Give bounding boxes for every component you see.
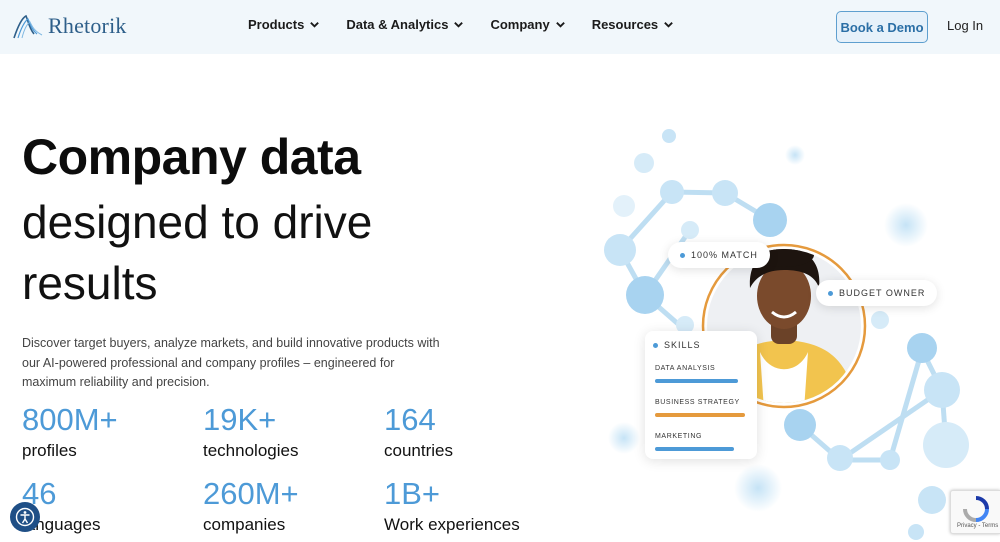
chevron-down-icon	[555, 22, 565, 28]
skills-card-title: SKILLS	[653, 340, 701, 350]
stat-value: 1B+	[384, 476, 441, 511]
book-demo-button[interactable]: Book a Demo	[836, 11, 928, 43]
top-navbar: Rhetorik Products Data & Analytics Compa…	[0, 0, 1000, 54]
logo-text: Rhetorik	[48, 13, 127, 38]
stat-label: Work experiences	[384, 515, 520, 534]
main-nav: Products Data & Analytics Company Resour…	[248, 17, 674, 32]
skill-bar	[655, 447, 735, 451]
skill-bar	[655, 413, 746, 417]
stat-work-experiences: 1B+ Work experiences	[384, 478, 520, 535]
stat-label: countries	[384, 441, 453, 460]
rhetorik-logo-icon	[13, 14, 43, 39]
stat-label: technologies	[203, 441, 299, 460]
logo[interactable]: Rhetorik	[12, 12, 127, 40]
nav-products[interactable]: Products	[248, 17, 320, 32]
nav-data-analytics[interactable]: Data & Analytics	[346, 17, 464, 32]
stat-technologies: 19K+ technologies	[203, 404, 298, 461]
bullet-icon	[653, 342, 658, 348]
skills-title-label: SKILLS	[664, 340, 701, 350]
role-tag-label: BUDGET OWNER	[839, 288, 926, 298]
nav-data-analytics-label: Data & Analytics	[346, 17, 449, 32]
role-tag: BUDGET OWNER	[816, 280, 938, 306]
nav-company-label: Company	[490, 17, 550, 32]
skill-name: DATA ANALYSIS	[655, 365, 716, 372]
recaptcha-badge[interactable]: Privacy - Terms	[950, 490, 1000, 534]
skill-bar	[655, 379, 738, 383]
hero-description: Discover target buyers, analyze markets,…	[22, 336, 440, 389]
hero-title: Company data	[22, 129, 361, 185]
stat-profiles: 800M+ profiles	[22, 404, 118, 461]
stat-value: 260M+	[203, 476, 299, 511]
recaptcha-footer: Privacy - Terms	[957, 523, 999, 529]
skills-card: SKILLS DATA ANALYSIS BUSINESS STRATEGY M…	[645, 331, 757, 459]
bullet-icon	[680, 252, 685, 258]
stat-label: companies	[203, 515, 286, 534]
hero-subtitle: designed to drive results	[22, 192, 372, 313]
hero-subtitle-line-2: results	[22, 256, 158, 309]
nav-resources-label: Resources	[591, 17, 659, 32]
skill-name: BUSINESS STRATEGY	[655, 399, 740, 406]
stat-companies: 260M+ companies	[203, 478, 299, 535]
chevron-down-icon	[310, 22, 320, 28]
stat-value: 19K+	[203, 402, 277, 437]
nav-company[interactable]: Company	[490, 17, 565, 32]
nav-resources[interactable]: Resources	[592, 17, 674, 32]
login-link[interactable]: Log In	[947, 18, 983, 33]
accessibility-button[interactable]	[10, 502, 40, 532]
hero-subtitle-line-1: designed to drive	[22, 196, 373, 248]
match-tag: 100% MATCH	[668, 242, 770, 268]
stat-label: profiles	[22, 441, 77, 460]
accessibility-icon	[15, 507, 35, 527]
skill-name: MARKETING	[655, 433, 703, 440]
stat-countries: 164 countries	[384, 404, 453, 461]
chevron-down-icon	[664, 22, 673, 28]
recaptcha-icon	[963, 496, 989, 522]
chevron-down-icon	[454, 22, 464, 28]
bullet-icon	[828, 290, 833, 296]
nav-products-label: Products	[248, 17, 305, 32]
stat-value: 800M+	[22, 402, 118, 437]
match-tag-label: 100% MATCH	[691, 250, 758, 260]
stat-value: 164	[384, 402, 436, 437]
